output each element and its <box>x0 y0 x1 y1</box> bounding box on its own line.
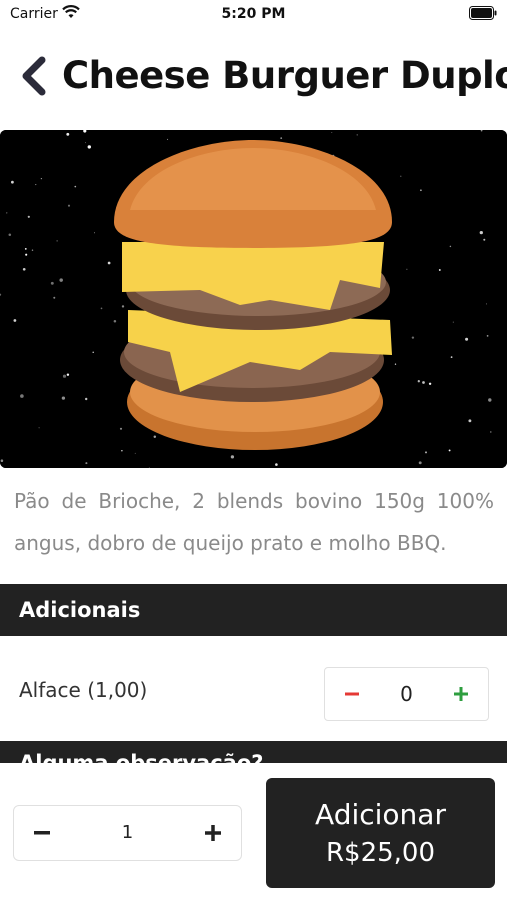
clock: 5:20 PM <box>221 6 286 22</box>
bottom-bar: 1 Adicionar R$25,00 <box>0 763 507 900</box>
product-description: Pão de Brioche, 2 blends bovino 150g 100… <box>14 489 494 555</box>
add-button-label: Adicionar <box>315 798 446 831</box>
plus-icon <box>205 825 221 841</box>
chevron-left-icon[interactable] <box>18 54 48 98</box>
minus-icon <box>345 692 359 696</box>
addon-label: Alface (1,00) <box>19 678 148 702</box>
plus-icon <box>454 687 468 701</box>
addon-decrement-button[interactable] <box>325 668 379 720</box>
addon-quantity-stepper: 0 <box>324 667 489 721</box>
section-adicionais-header: Adicionais <box>0 584 507 636</box>
quantity-stepper: 1 <box>13 805 242 861</box>
add-to-cart-button[interactable]: Adicionar R$25,00 <box>266 778 495 888</box>
page-title: Cheese Burguer Duplo <box>62 54 507 97</box>
addon-row: Alface (1,00) 0 <box>0 660 507 726</box>
cheeseburger-photo <box>0 130 507 468</box>
status-bar: Carrier 5:20 PM <box>0 0 507 30</box>
product-image <box>0 130 507 468</box>
quantity-decrement-button[interactable] <box>14 806 70 860</box>
battery-icon <box>469 6 497 20</box>
addon-quantity-value: 0 <box>400 682 413 706</box>
header: Cheese Burguer Duplo <box>0 48 507 108</box>
quantity-value: 1 <box>121 822 134 843</box>
quantity-increment-button[interactable] <box>185 806 241 860</box>
minus-icon <box>34 831 50 835</box>
add-button-price: R$25,00 <box>325 838 436 868</box>
addon-increment-button[interactable] <box>434 668 488 720</box>
